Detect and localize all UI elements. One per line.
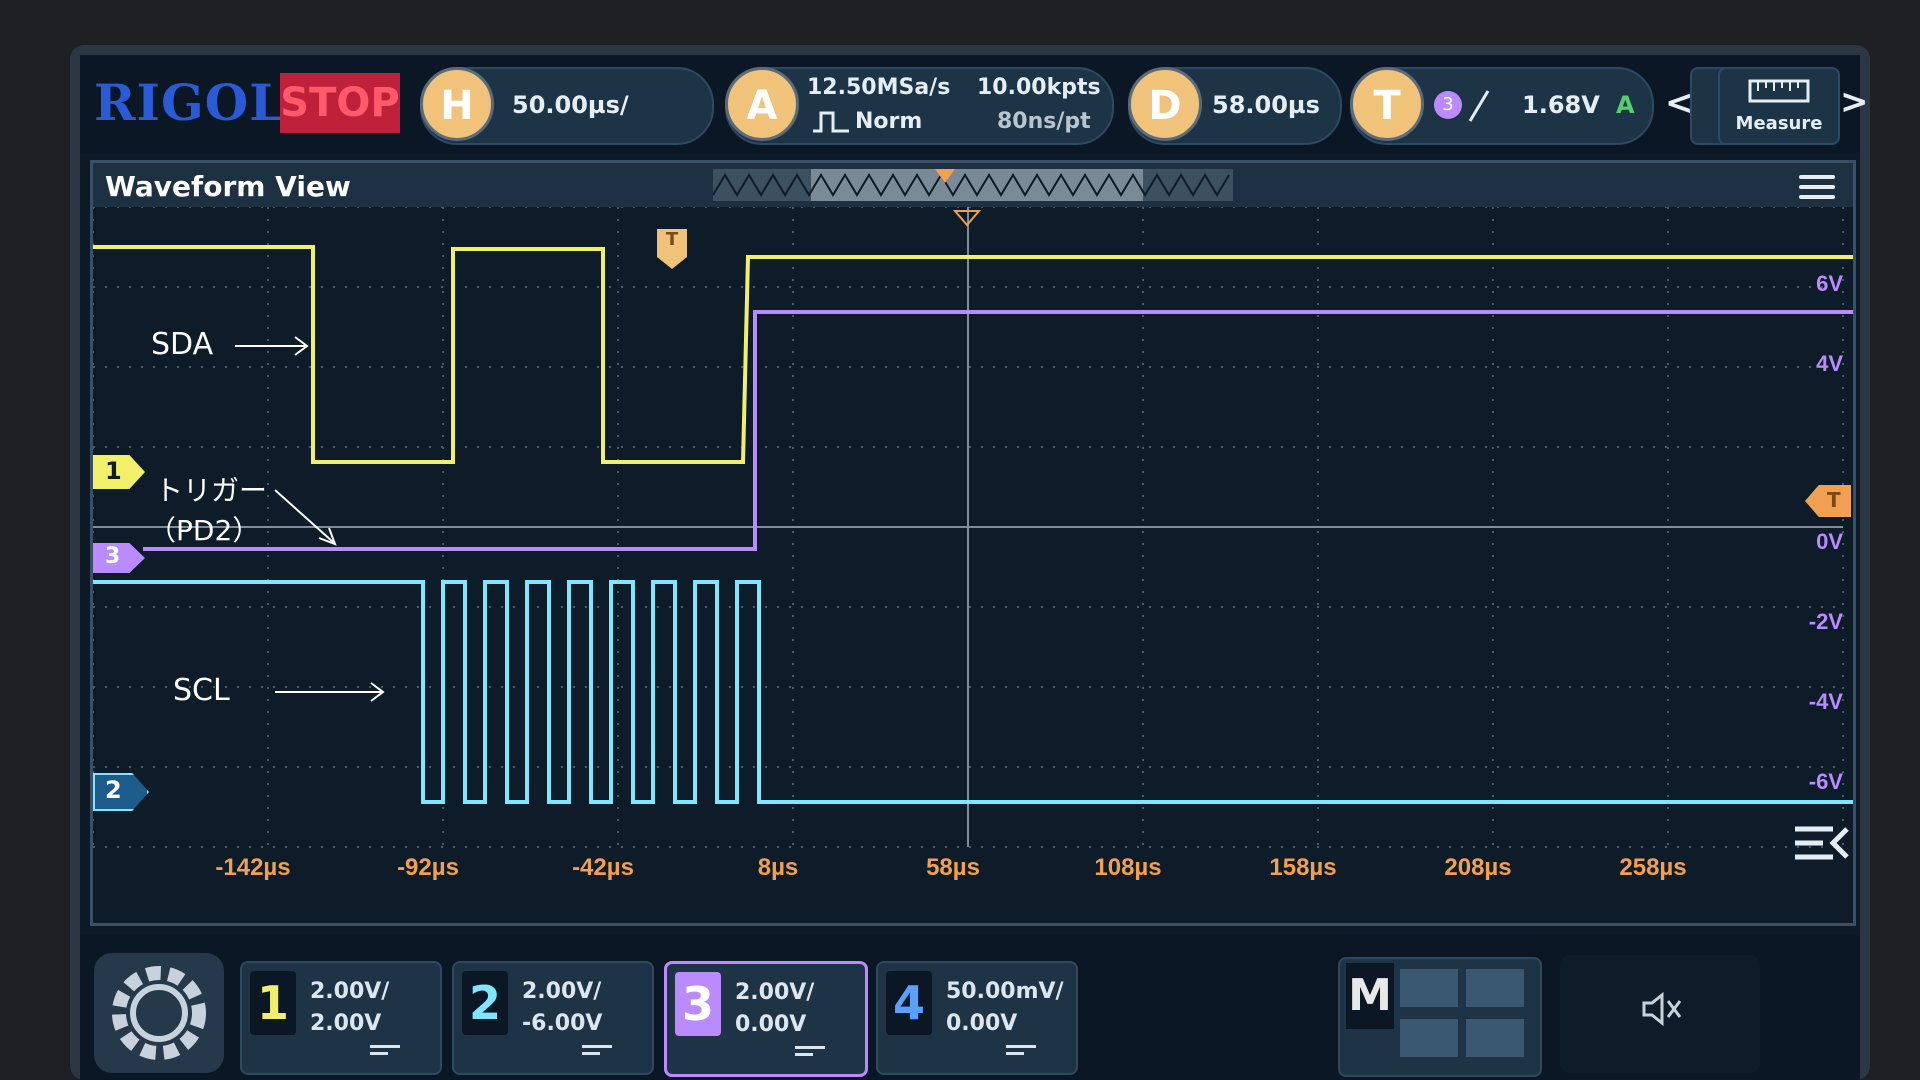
time-tick-label: -42µs (572, 854, 634, 881)
speaker-muted-icon (1642, 991, 1682, 1027)
ch1-waveform-sda (93, 245, 1853, 464)
time-tick-label: 58µs (926, 854, 980, 881)
channel-2-box[interactable]: 2 2.00V/ -6.00V (452, 961, 654, 1075)
time-tick-label: -142µs (215, 854, 290, 881)
trigger-annotation-line1: トリガー (155, 474, 268, 507)
rising-edge-icon (1468, 90, 1490, 122)
channel-3-offset: 0.00V (735, 1012, 807, 1037)
channel-2-offset: -6.00V (522, 1011, 603, 1036)
sda-arrow (235, 336, 309, 356)
channel-4-box[interactable]: 4 50.00mV/ 0.00V (876, 961, 1078, 1075)
trigger-mode-flag: A (1616, 91, 1635, 119)
acquire-control[interactable]: A 12.50MSa/s Norm 10.00kpts 80ns/pt (725, 67, 1114, 145)
math-slot[interactable] (1466, 969, 1524, 1007)
volt-tick-label: 4V (1816, 351, 1843, 376)
top-toolbar: RIGOL STOP H 50.00µs/ A 12.50MSa/s Norm … (80, 55, 1860, 153)
oscilloscope-screen: RIGOL STOP H 50.00µs/ A 12.50MSa/s Norm … (80, 55, 1860, 1080)
time-tick-label: -92µs (397, 854, 459, 881)
channel-2-scale: 2.00V/ (522, 979, 602, 1004)
trigger-level: 1.68V (1522, 91, 1600, 119)
volt-tick-label: -6V (1809, 769, 1844, 794)
delay-value: 58.00µs (1212, 91, 1320, 119)
brand-logo: RIGOL (94, 73, 286, 132)
trigger-annotation-arrow (274, 489, 337, 546)
dc-coupling-icon (582, 1045, 612, 1059)
sda-label: SDA (151, 327, 214, 362)
ch3-waveform-trigger (143, 310, 1853, 551)
time-tick-label: 258µs (1619, 854, 1686, 881)
horizontal-scale: 50.00µs/ (512, 91, 629, 119)
dc-coupling-icon (795, 1046, 825, 1060)
collapse-menu-icon[interactable] (1793, 823, 1849, 863)
channel-2-number: 2 (462, 971, 508, 1035)
channel-4-offset: 0.00V (946, 1011, 1018, 1036)
channel-1-box[interactable]: 1 2.00V/ 2.00V (240, 961, 442, 1075)
channel-3-number: 3 (675, 972, 721, 1036)
channel-3-scale: 2.00V/ (735, 980, 815, 1005)
ch2-marker-label: 2 (105, 776, 122, 804)
menu-icon[interactable] (1799, 175, 1835, 205)
dc-coupling-icon (1006, 1045, 1036, 1059)
measure-button[interactable]: Measure (1718, 67, 1840, 145)
delay-badge: D (1128, 67, 1202, 141)
volt-tick-label: 6V (1816, 271, 1843, 296)
channel-3-box[interactable]: 3 2.00V/ 0.00V (664, 961, 868, 1077)
waveform-grid: -142µs -92µs -42µs 8µs 58µs 108µs 158µs 208µs 25… (93, 207, 1853, 881)
channel-4-number: 4 (886, 971, 932, 1035)
waveform-overview-strip[interactable] (713, 169, 1233, 201)
pulse-icon (813, 111, 849, 133)
channel-1-number: 1 (250, 971, 296, 1035)
math-slot[interactable] (1400, 969, 1458, 1007)
waveform-view-title: Waveform View (105, 170, 351, 203)
horizontal-control[interactable]: H 50.00µs/ (420, 67, 714, 145)
gear-icon (112, 966, 206, 1060)
speaker-button[interactable] (1560, 955, 1760, 1073)
ruler-icon (1748, 79, 1810, 103)
channel-1-scale: 2.00V/ (310, 979, 390, 1004)
trigger-annotation-line2: （PD2） (148, 514, 261, 547)
channel-bar: 1 2.00V/ 2.00V 2 2.00V/ -6.00V 3 2.00V/ … (80, 935, 1860, 1080)
overview-waveform (713, 169, 1230, 197)
volt-tick-label: 0V (1816, 529, 1843, 554)
channel-1-offset: 2.00V (310, 1011, 382, 1036)
scl-arrow (275, 682, 385, 702)
trigger-source-badge: 3 (1434, 91, 1462, 119)
memory-depth: 10.00kpts (977, 75, 1101, 100)
horizontal-badge: H (420, 67, 494, 141)
volt-tick-label: -4V (1809, 689, 1844, 714)
channel-4-scale: 50.00mV/ (946, 979, 1064, 1004)
settings-button[interactable] (94, 953, 224, 1073)
delay-control[interactable]: D 58.00µs (1128, 67, 1342, 145)
math-slot[interactable] (1466, 1019, 1524, 1057)
trigger-badge: T (1350, 67, 1424, 141)
waveform-view-header: Waveform View (93, 163, 1853, 207)
time-tick-label: 108µs (1094, 854, 1161, 881)
dc-coupling-icon (370, 1045, 400, 1059)
trigger-control[interactable]: T 3 1.68V A (1350, 67, 1654, 145)
sample-rate: 12.50MSa/s (807, 75, 951, 100)
trigger-level-label: T (1827, 488, 1841, 512)
math-label: M (1346, 963, 1394, 1029)
next-arrow[interactable]: > (1840, 82, 1869, 122)
math-slot[interactable] (1400, 1019, 1458, 1057)
measure-label: Measure (1735, 113, 1823, 134)
time-tick-label: 208µs (1444, 854, 1511, 881)
acquire-badge: A (725, 67, 799, 141)
run-state-indicator[interactable]: STOP (280, 73, 400, 133)
waveform-view-panel[interactable]: Waveform View -142µs -92µs -42µs 8µs 58µs 108… (90, 160, 1856, 926)
math-channel-box[interactable]: M (1338, 957, 1542, 1077)
ch3-marker-label: 3 (105, 544, 121, 569)
scl-label: SCL (173, 673, 230, 708)
acquire-mode: Norm (855, 109, 923, 134)
trigger-position-label: T (665, 229, 679, 250)
time-tick-label: 158µs (1269, 854, 1336, 881)
time-resolution: 80ns/pt (997, 109, 1091, 134)
volt-tick-label: -2V (1809, 609, 1844, 634)
time-tick-label: 8µs (758, 854, 799, 881)
ch1-marker-label: 1 (105, 457, 122, 485)
